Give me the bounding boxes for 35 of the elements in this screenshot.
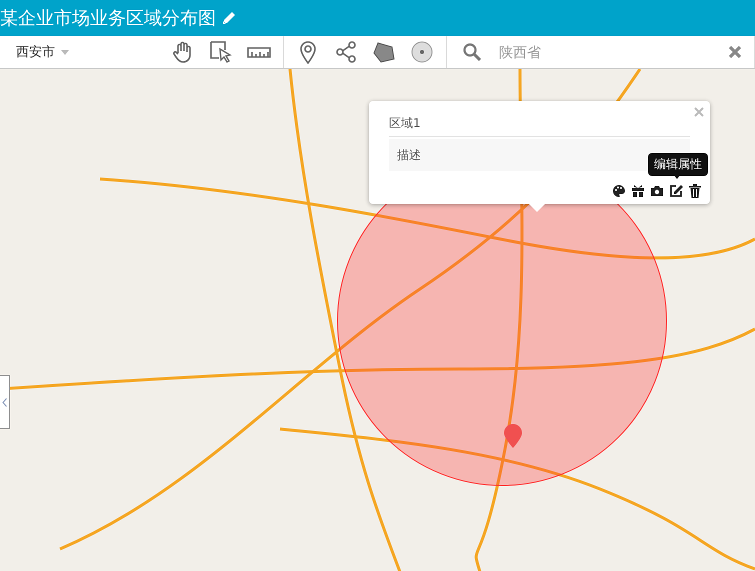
- palette-icon: [612, 184, 626, 198]
- tool-button[interactable]: [209, 40, 234, 64]
- action-button[interactable]: [669, 184, 683, 198]
- close-icon: [694, 107, 704, 117]
- popup-pointer: [529, 204, 545, 212]
- map-placeholder[interactable]: 区域1 描述 编辑属性: [0, 69, 755, 571]
- cursor-icon: [210, 41, 232, 63]
- action-button[interactable]: [612, 184, 626, 198]
- tooltip-pointer: [673, 174, 681, 179]
- circle-icon: [411, 41, 434, 63]
- trash-icon: [688, 184, 702, 198]
- action-button[interactable]: [650, 184, 664, 198]
- edit-icon: [669, 184, 683, 198]
- tool-button[interactable]: [334, 40, 358, 64]
- caret-icon: [61, 50, 69, 54]
- location-pin-icon: [299, 40, 318, 64]
- close-icon[interactable]: [728, 45, 742, 59]
- tooltip: 编辑属性: [648, 153, 708, 176]
- collapse-tab[interactable]: [0, 375, 10, 429]
- ruler-icon: [247, 46, 272, 58]
- tool-button[interactable]: [372, 40, 396, 64]
- search-icon: [463, 43, 482, 61]
- action-button[interactable]: [688, 184, 702, 198]
- pencil-icon[interactable]: [222, 11, 236, 25]
- chevron-left-icon: [2, 398, 6, 406]
- polygon-icon: [373, 41, 396, 63]
- action-button[interactable]: [631, 184, 645, 198]
- area-name: 区域1: [389, 115, 690, 137]
- gift-icon: [631, 184, 645, 198]
- city-select[interactable]: 西安市: [0, 43, 160, 61]
- nodes-icon: [335, 41, 358, 63]
- tool-button[interactable]: [410, 40, 434, 64]
- map-title: 某企业市场业务区域分布图: [0, 7, 216, 30]
- camera-icon: [650, 184, 664, 198]
- hand-icon: [173, 41, 194, 63]
